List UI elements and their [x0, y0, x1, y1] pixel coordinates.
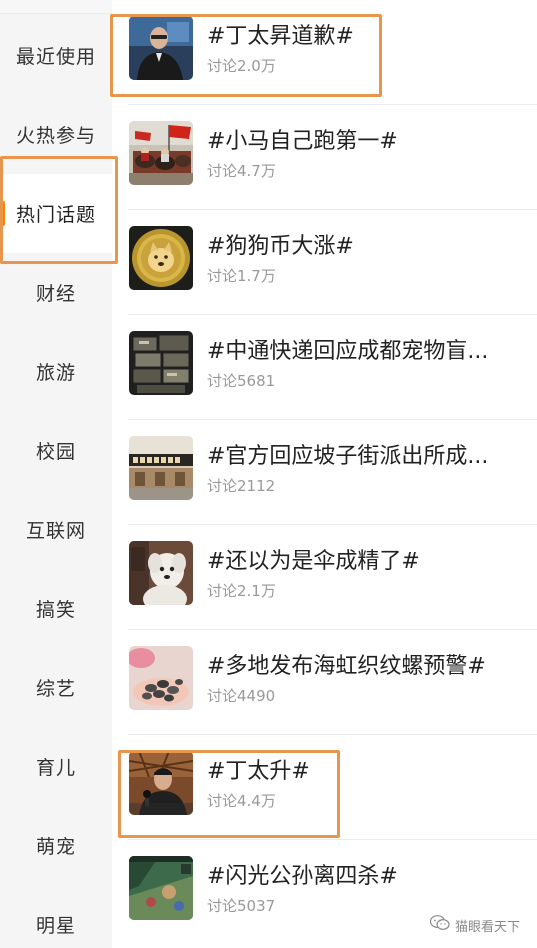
topic-discussion-count: 讨论2.1万	[207, 582, 276, 600]
category-funny[interactable]: 搞笑	[0, 569, 112, 648]
category-label: 火热参与	[15, 125, 96, 147]
watermark: 猫眼看天下	[426, 914, 523, 936]
topic-discussion-count: 讨论2.0万	[207, 57, 276, 75]
topic-title: #中通快递回应成都宠物盲...	[207, 339, 489, 364]
topic-item[interactable]: #中通快递回应成都宠物盲... 讨论5681	[112, 315, 537, 420]
topic-discussion-count: 讨论2112	[207, 477, 276, 495]
category-label: 搞笑	[35, 599, 76, 621]
topic-title: #多地发布海虹织纹螺预警#	[207, 654, 486, 679]
topic-discussion-count: 讨论4490	[207, 687, 276, 705]
category-celebrity[interactable]: 明星	[0, 885, 112, 948]
topic-title: #丁太升#	[207, 759, 310, 784]
topic-item[interactable]: #多地发布海虹织纹螺预警# 讨论4490	[112, 630, 537, 735]
white-dog-meme-thumbnail	[129, 541, 193, 605]
category-label: 互联网	[25, 520, 86, 542]
topic-item[interactable]: #小马自己跑第一# 讨论4.7万	[112, 105, 537, 210]
category-label: 热门话题	[15, 204, 96, 226]
watermark-text: 猫眼看天下	[454, 919, 520, 935]
category-label: 财经	[35, 283, 76, 305]
wechat-icon	[429, 915, 450, 935]
category-internet[interactable]: 互联网	[0, 490, 112, 569]
topic-item[interactable]: #官方回应坡子街派出所成... 讨论2112	[112, 420, 537, 525]
topic-title: #闪光公孙离四杀#	[207, 864, 398, 889]
category-label: 综艺	[35, 678, 76, 700]
topic-title: #还以为是伞成精了#	[207, 549, 420, 574]
category-label: 育儿	[35, 757, 76, 779]
topic-discussion-count: 讨论5037	[207, 897, 276, 915]
topic-item[interactable]: #丁太升# 讨论4.4万	[112, 735, 537, 840]
topic-title: #丁太昇道歉#	[207, 24, 354, 49]
dogecoin-thumbnail	[129, 226, 193, 290]
sea-snails-thumbnail	[129, 646, 193, 710]
topic-discussion-count: 讨论5681	[207, 372, 276, 390]
category-hot-topics[interactable]: 热门话题	[0, 174, 112, 253]
topic-item[interactable]: #丁太昇道歉# 讨论2.0万	[112, 0, 537, 105]
topic-title: #狗狗币大涨#	[207, 234, 354, 259]
stacked-boxes-thumbnail	[129, 331, 193, 395]
category-variety[interactable]: 综艺	[0, 648, 112, 727]
category-recent[interactable]: 最近使用	[0, 16, 112, 95]
category-label: 明星	[35, 915, 76, 937]
street-sign-thumbnail	[129, 436, 193, 500]
topic-list: #丁太昇道歉# 讨论2.0万 #小马自己跑第一# 讨论4.7万 #狗狗币大涨# …	[112, 0, 537, 948]
man-at-event-thumbnail	[129, 16, 193, 80]
topic-discussion-count: 讨论4.4万	[207, 792, 276, 810]
game-scene-thumbnail	[129, 856, 193, 920]
category-parenting[interactable]: 育儿	[0, 727, 112, 806]
category-label: 萌宠	[35, 836, 76, 858]
category-travel[interactable]: 旅游	[0, 332, 112, 411]
topic-item[interactable]: #狗狗币大涨# 讨论1.7万	[112, 210, 537, 315]
horses-and-flags-thumbnail	[129, 121, 193, 185]
topic-discussion-count: 讨论1.7万	[207, 267, 276, 285]
category-finance[interactable]: 财经	[0, 253, 112, 332]
topic-title: #官方回应坡子街派出所成...	[207, 444, 489, 469]
category-hot-participation[interactable]: 火热参与	[0, 95, 112, 174]
category-label: 最近使用	[15, 46, 96, 68]
topic-discussion-count: 讨论4.7万	[207, 162, 276, 180]
category-pets[interactable]: 萌宠	[0, 806, 112, 885]
man-with-microphone-thumbnail	[129, 751, 193, 815]
category-label: 校园	[35, 441, 76, 463]
topic-title: #小马自己跑第一#	[207, 129, 398, 154]
topic-item[interactable]: #还以为是伞成精了# 讨论2.1万	[112, 525, 537, 630]
category-label: 旅游	[35, 362, 76, 384]
category-sidebar: 最近使用 火热参与 热门话题 财经 旅游 校园 互联网 搞笑 综艺 育儿 萌宠 …	[0, 14, 112, 948]
category-campus[interactable]: 校园	[0, 411, 112, 490]
